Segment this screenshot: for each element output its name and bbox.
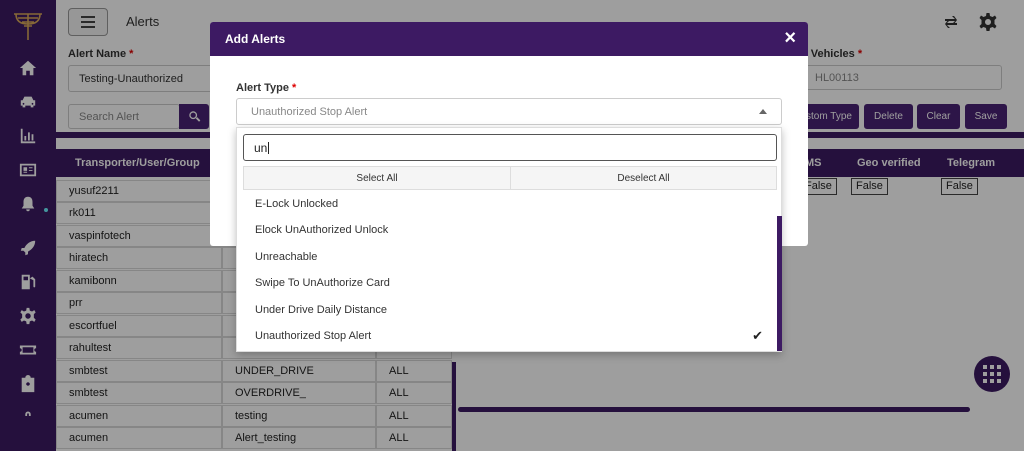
dropdown-option[interactable]: Unreachable	[237, 244, 777, 270]
checkmark-icon: ✔	[752, 328, 763, 343]
alert-type-select[interactable]: Unauthorized Stop Alert	[236, 98, 782, 125]
dropdown-search-input[interactable]: un	[243, 134, 777, 161]
dropdown-option[interactable]: Swipe To UnAuthorize Card	[237, 270, 777, 296]
alert-type-value: Unauthorized Stop Alert	[251, 105, 368, 118]
alert-type-dropdown: un Select All Deselect All E-Lock Unlock…	[236, 127, 782, 352]
dropdown-option[interactable]: E-Lock Unlocked	[237, 191, 777, 217]
dropdown-option-selected[interactable]: Unauthorized Stop Alert ✔	[237, 323, 777, 349]
caret-up-icon	[759, 109, 767, 114]
select-all-button[interactable]: Select All	[243, 166, 511, 190]
alert-type-label: Alert Type *	[236, 82, 297, 94]
dropdown-scrollbar[interactable]	[777, 216, 782, 351]
dropdown-option[interactable]: Elock UnAuthorized Unlock	[237, 217, 777, 243]
modal-title: Add Alerts	[225, 32, 286, 46]
dropdown-option[interactable]: Under Drive Daily Distance	[237, 297, 777, 323]
close-icon[interactable]: ×	[784, 28, 796, 48]
modal-header: Add Alerts ×	[210, 22, 808, 56]
deselect-all-button[interactable]: Deselect All	[510, 166, 777, 190]
